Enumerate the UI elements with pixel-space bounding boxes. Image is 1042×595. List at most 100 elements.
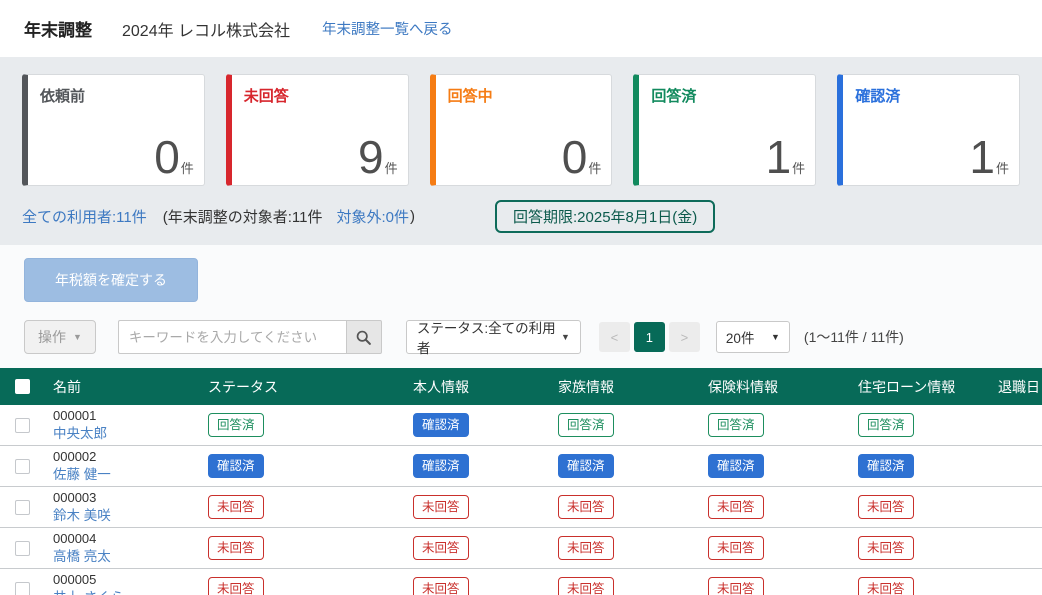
employee-id: 000001 (53, 408, 200, 425)
pagination: < 1 > (599, 322, 700, 352)
summary-section: 依頼前 0件 未回答 9件 回答中 0件 回答済 1件 確認済 1件 全ての利用… (0, 57, 1042, 245)
row-checkbox[interactable] (15, 500, 30, 515)
row-checkbox[interactable] (15, 459, 30, 474)
row-checkbox[interactable] (15, 541, 30, 556)
employee-name-link[interactable]: 中央太郎 (53, 425, 107, 443)
table-row: 000001 中央太郎 回答済 確認済 回答済 回答済 回答済 (0, 405, 1042, 446)
insurance-info-badge: 未回答 (708, 536, 764, 560)
family-info-badge: 確認済 (558, 454, 614, 478)
personal-info-badge: 未回答 (413, 495, 469, 519)
personal-info-badge: 確認済 (413, 413, 469, 437)
list-toolbar: 操作 ▼ ステータス:全ての利用者 ▼ < 1 > 20件 ▼ (1〜11件 /… (0, 316, 1042, 364)
back-to-list-link[interactable]: 年末調整一覧へ戻る (322, 18, 453, 39)
per-page-value: 20件 (726, 327, 755, 347)
column-header-retirement-date: 退職日 (990, 377, 1042, 397)
status-filter-select[interactable]: ステータス:全ての利用者 ▼ (406, 320, 581, 354)
card-label: 依頼前 (40, 85, 192, 106)
insurance-info-badge: 回答済 (708, 413, 764, 437)
card-label: 回答中 (448, 85, 600, 106)
all-users-link[interactable]: 全ての利用者:11件 (22, 206, 147, 227)
card-answered: 回答済 1件 (633, 74, 816, 186)
housing-loan-info-badge: 回答済 (858, 413, 914, 437)
search-button[interactable] (346, 320, 382, 354)
card-count: 0件 (154, 133, 194, 181)
status-badge: 回答済 (208, 413, 264, 437)
column-header-status: ステータス (200, 377, 405, 397)
card-count: 0件 (562, 133, 602, 181)
column-header-name: 名前 (45, 377, 200, 397)
chevron-down-icon: ▼ (73, 332, 82, 342)
table-row: 000003 鈴木 美咲 未回答 未回答 未回答 未回答 未回答 (0, 487, 1042, 528)
housing-loan-info-badge: 未回答 (858, 577, 914, 595)
row-checkbox[interactable] (15, 582, 30, 595)
result-range-text: (1〜11件 / 11件) (804, 327, 904, 347)
table-row: 000004 高橋 亮太 未回答 未回答 未回答 未回答 未回答 (0, 528, 1042, 569)
page-subtitle: 2024年 レコル株式会社 (122, 17, 290, 41)
employee-id: 000002 (53, 449, 200, 466)
summary-line: 全ての利用者:11件 (年末調整の対象者:11件 対象外:0件 ) 回答期限:2… (22, 200, 1020, 232)
insurance-info-badge: 確認済 (708, 454, 764, 478)
card-count: 9件 (358, 133, 398, 181)
table-row: 000002 佐藤 健一 確認済 確認済 確認済 確認済 確認済 (0, 446, 1042, 487)
employee-table: 名前 ステータス 本人情報 家族情報 保険料情報 住宅ローン情報 退職日 000… (0, 368, 1042, 595)
close-paren: ) (410, 208, 415, 225)
card-label: 未回答 (244, 85, 396, 106)
status-badge: 未回答 (208, 577, 264, 595)
operation-label: 操作 (38, 327, 66, 347)
family-info-badge: 未回答 (558, 495, 614, 519)
confirm-annual-tax-button[interactable]: 年税額を確定する (24, 258, 198, 302)
per-page-select[interactable]: 20件 ▼ (716, 321, 790, 353)
card-label: 回答済 (651, 85, 803, 106)
search-group (118, 320, 382, 354)
prev-page-button[interactable]: < (599, 322, 630, 352)
employee-id: 000004 (53, 531, 200, 548)
employee-id: 000003 (53, 490, 200, 507)
status-filter-value: ステータス:全ての利用者 (417, 317, 561, 357)
employee-name-link[interactable]: 井上 さくら (53, 589, 124, 595)
column-header-personal-info: 本人情報 (405, 377, 550, 397)
answer-deadline-badge: 回答期限:2025年8月1日(金) (495, 200, 715, 233)
card-confirmed: 確認済 1件 (837, 74, 1020, 186)
table-header-row: 名前 ステータス 本人情報 家族情報 保険料情報 住宅ローン情報 退職日 (0, 368, 1042, 405)
housing-loan-info-badge: 未回答 (858, 495, 914, 519)
status-badge: 未回答 (208, 495, 264, 519)
card-answering: 回答中 0件 (430, 74, 613, 186)
status-badge: 確認済 (208, 454, 264, 478)
family-info-badge: 未回答 (558, 536, 614, 560)
card-count: 1件 (969, 133, 1009, 181)
housing-loan-info-badge: 確認済 (858, 454, 914, 478)
column-header-family-info: 家族情報 (550, 377, 700, 397)
action-area: 年税額を確定する (0, 245, 1042, 316)
column-header-housing-loan-info: 住宅ローン情報 (850, 377, 990, 397)
column-header-insurance-info: 保険料情報 (700, 377, 850, 397)
personal-info-badge: 未回答 (413, 536, 469, 560)
card-unanswered: 未回答 9件 (226, 74, 409, 186)
employee-name-link[interactable]: 佐藤 健一 (53, 466, 111, 484)
family-info-badge: 回答済 (558, 413, 614, 437)
row-checkbox[interactable] (15, 418, 30, 433)
personal-info-badge: 確認済 (413, 454, 469, 478)
select-all-checkbox[interactable] (15, 379, 30, 394)
status-cards: 依頼前 0件 未回答 9件 回答中 0件 回答済 1件 確認済 1件 (22, 74, 1020, 186)
search-input[interactable] (118, 320, 346, 354)
table-row: 000005 井上 さくら 未回答 未回答 未回答 未回答 未回答 (0, 569, 1042, 595)
employee-name-link[interactable]: 高橋 亮太 (53, 548, 111, 566)
current-page-button[interactable]: 1 (634, 322, 665, 352)
chevron-down-icon: ▼ (561, 332, 570, 342)
insurance-info-badge: 未回答 (708, 495, 764, 519)
page-title: 年末調整 (24, 16, 92, 41)
excluded-users-link[interactable]: 対象外:0件 (337, 206, 410, 227)
housing-loan-info-badge: 未回答 (858, 536, 914, 560)
card-label: 確認済 (855, 85, 1007, 106)
employee-id: 000005 (53, 572, 200, 589)
card-count: 1件 (766, 133, 806, 181)
status-badge: 未回答 (208, 536, 264, 560)
search-icon (355, 329, 372, 346)
employee-name-link[interactable]: 鈴木 美咲 (53, 507, 111, 525)
page-header: 年末調整 2024年 レコル株式会社 年末調整一覧へ戻る (0, 0, 1042, 57)
chevron-down-icon: ▼ (771, 332, 780, 342)
target-count-text: (年末調整の対象者:11件 (163, 206, 323, 227)
family-info-badge: 未回答 (558, 577, 614, 595)
operation-dropdown-button[interactable]: 操作 ▼ (24, 320, 96, 354)
next-page-button[interactable]: > (669, 322, 700, 352)
